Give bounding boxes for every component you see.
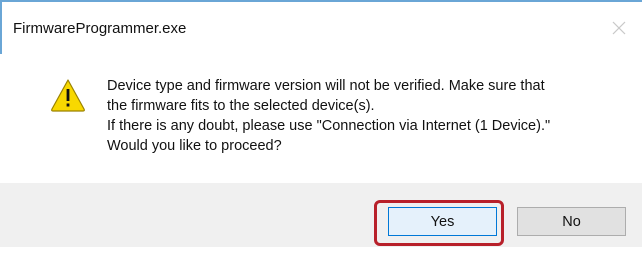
button-bar: Yes No	[0, 183, 642, 247]
close-icon	[612, 21, 626, 35]
title-bar[interactable]: FirmwareProgrammer.exe	[0, 2, 642, 54]
window-title: FirmwareProgrammer.exe	[13, 20, 187, 37]
message-line: If there is any doubt, please use "Conne…	[107, 118, 551, 134]
dialog-content: Device type and firmware version will no…	[0, 54, 642, 183]
message-line: the firmware fits to the selected device…	[107, 98, 375, 114]
dialog-message: Device type and firmware version will no…	[107, 76, 627, 156]
yes-button[interactable]: Yes	[388, 207, 497, 236]
warning-icon	[51, 79, 85, 112]
message-dialog: FirmwareProgrammer.exe Device type and f…	[0, 0, 642, 261]
no-button[interactable]: No	[517, 207, 626, 236]
close-button[interactable]	[596, 2, 642, 54]
message-line: Would you like to proceed?	[107, 138, 282, 154]
bottom-margin	[0, 247, 642, 261]
message-line: Device type and firmware version will no…	[107, 78, 545, 94]
